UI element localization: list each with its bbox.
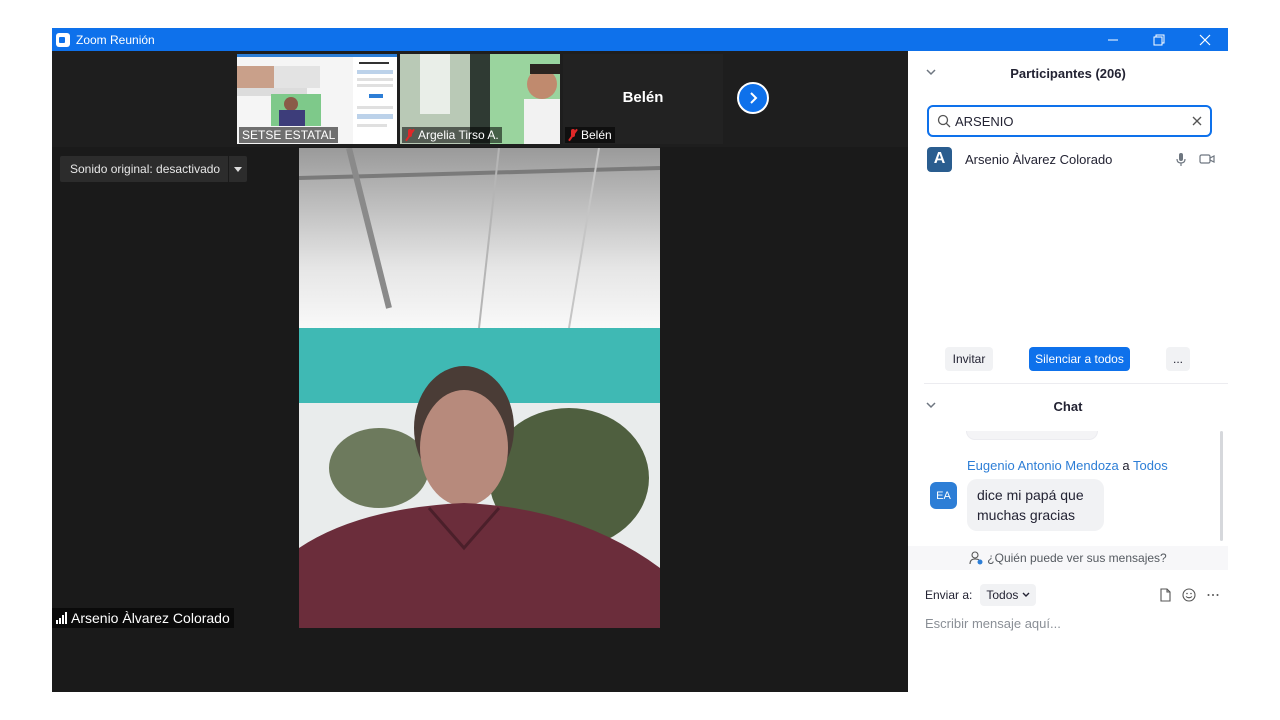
mute-all-button[interactable]: Silenciar a todos [1029, 347, 1130, 371]
thumbnail-name: Belén [565, 127, 615, 143]
chat-header: Chat [908, 386, 1228, 426]
send-to-label: Enviar a: [925, 588, 973, 602]
sidebar: Participantes (206) A Arsenio Àlvarez Co… [908, 51, 1228, 692]
send-to-row: Enviar a: Todos [925, 583, 1220, 607]
participant-row[interactable]: A Arsenio Àlvarez Colorado [927, 145, 1215, 173]
chevron-down-icon [1022, 592, 1030, 597]
more-options-button[interactable]: ... [1166, 347, 1190, 371]
zoom-app-icon [56, 32, 70, 47]
file-icon[interactable] [1158, 588, 1172, 602]
thumbnail-name: Argelia Tirso A. [402, 127, 502, 143]
participants-header: Participantes (206) [908, 53, 1228, 93]
sender-name[interactable]: Eugenio Antonio Mendoza [967, 458, 1119, 473]
minimize-button[interactable] [1090, 28, 1136, 51]
message-bubble: dice mi papá que muchas gracias [967, 479, 1104, 531]
window-controls [1090, 28, 1228, 51]
chevron-right-icon [750, 92, 758, 104]
avatar: EA [930, 482, 957, 509]
close-button[interactable] [1182, 28, 1228, 51]
close-icon [1199, 34, 1211, 45]
thumbnail-strip: SETSE ESTATAL Argelia Tirso A. Belén Bel… [52, 51, 908, 147]
participant-name: Arsenio Àlvarez Colorado [965, 151, 1113, 167]
next-page-button[interactable] [737, 82, 769, 114]
participant-thumbnail[interactable]: SETSE ESTATAL [237, 54, 397, 144]
original-sound-control: Sonido original: desactivado [60, 156, 248, 182]
search-icon [937, 114, 951, 128]
mic-muted-icon [405, 129, 415, 141]
speaker-name-tag: Arsenio Àlvarez Colorado [52, 608, 234, 628]
who-can-see-messages[interactable]: ¿Quién puede ver sus mensajes? [908, 546, 1228, 570]
mic-muted-icon [568, 129, 578, 141]
more-icon[interactable] [1206, 588, 1220, 602]
restore-icon [1153, 34, 1165, 45]
previous-message-bubble [966, 431, 1098, 440]
close-icon [1192, 116, 1202, 125]
panel-divider [924, 383, 1228, 384]
clear-search-button[interactable] [1192, 113, 1202, 130]
original-sound-button[interactable]: Sonido original: desactivado [60, 156, 230, 182]
microphone-icon[interactable] [1173, 151, 1189, 167]
active-speaker-video [299, 148, 660, 628]
restore-button[interactable] [1136, 28, 1182, 51]
caret-down-icon [234, 166, 243, 172]
chat-message-input[interactable] [925, 612, 1215, 634]
recipient-name[interactable]: Todos [1133, 458, 1168, 473]
chat-title: Chat [1053, 398, 1083, 414]
participant-actions: Invitar Silenciar a todos ... [908, 347, 1228, 371]
chat-scrollbar[interactable] [1220, 431, 1223, 541]
participant-search-input[interactable] [955, 113, 1192, 129]
original-sound-dropdown[interactable] [229, 156, 247, 182]
emoji-icon[interactable] [1182, 588, 1196, 602]
chevron-down-icon [926, 402, 936, 409]
invite-button[interactable]: Invitar [945, 347, 993, 371]
zoom-window: Zoom Reunión SETSE ESTATAL Argelia Tirso… [52, 28, 1228, 692]
participant-search-box [927, 105, 1212, 137]
send-to-dropdown[interactable]: Todos [980, 584, 1037, 606]
chevron-down-icon [926, 69, 936, 76]
participant-thumbnail[interactable]: Belén Belén [563, 54, 723, 144]
signal-strength-icon [56, 612, 67, 624]
avatar: A [927, 146, 952, 172]
to-word: a [1122, 458, 1130, 473]
message-sender: Eugenio Antonio Mendoza a Todos [967, 458, 1168, 473]
participant-thumbnail[interactable]: Argelia Tirso A. [400, 54, 560, 144]
chat-tools [1158, 588, 1220, 602]
window-title: Zoom Reunión [76, 32, 155, 47]
thumbnail-center-name: Belén [622, 89, 664, 106]
minimize-icon [1108, 39, 1118, 40]
participants-title: Participantes (206) [1010, 65, 1126, 81]
collapse-participants-button[interactable] [926, 66, 936, 80]
title-bar: Zoom Reunión [52, 28, 1228, 51]
user-privacy-icon [969, 551, 983, 565]
video-camera-icon[interactable] [1199, 151, 1215, 167]
video-area: SETSE ESTATAL Argelia Tirso A. Belén Bel… [52, 51, 908, 692]
speaker-video-frame [299, 148, 660, 628]
thumbnail-name: SETSE ESTATAL [239, 127, 339, 143]
collapse-chat-button[interactable] [926, 399, 936, 413]
